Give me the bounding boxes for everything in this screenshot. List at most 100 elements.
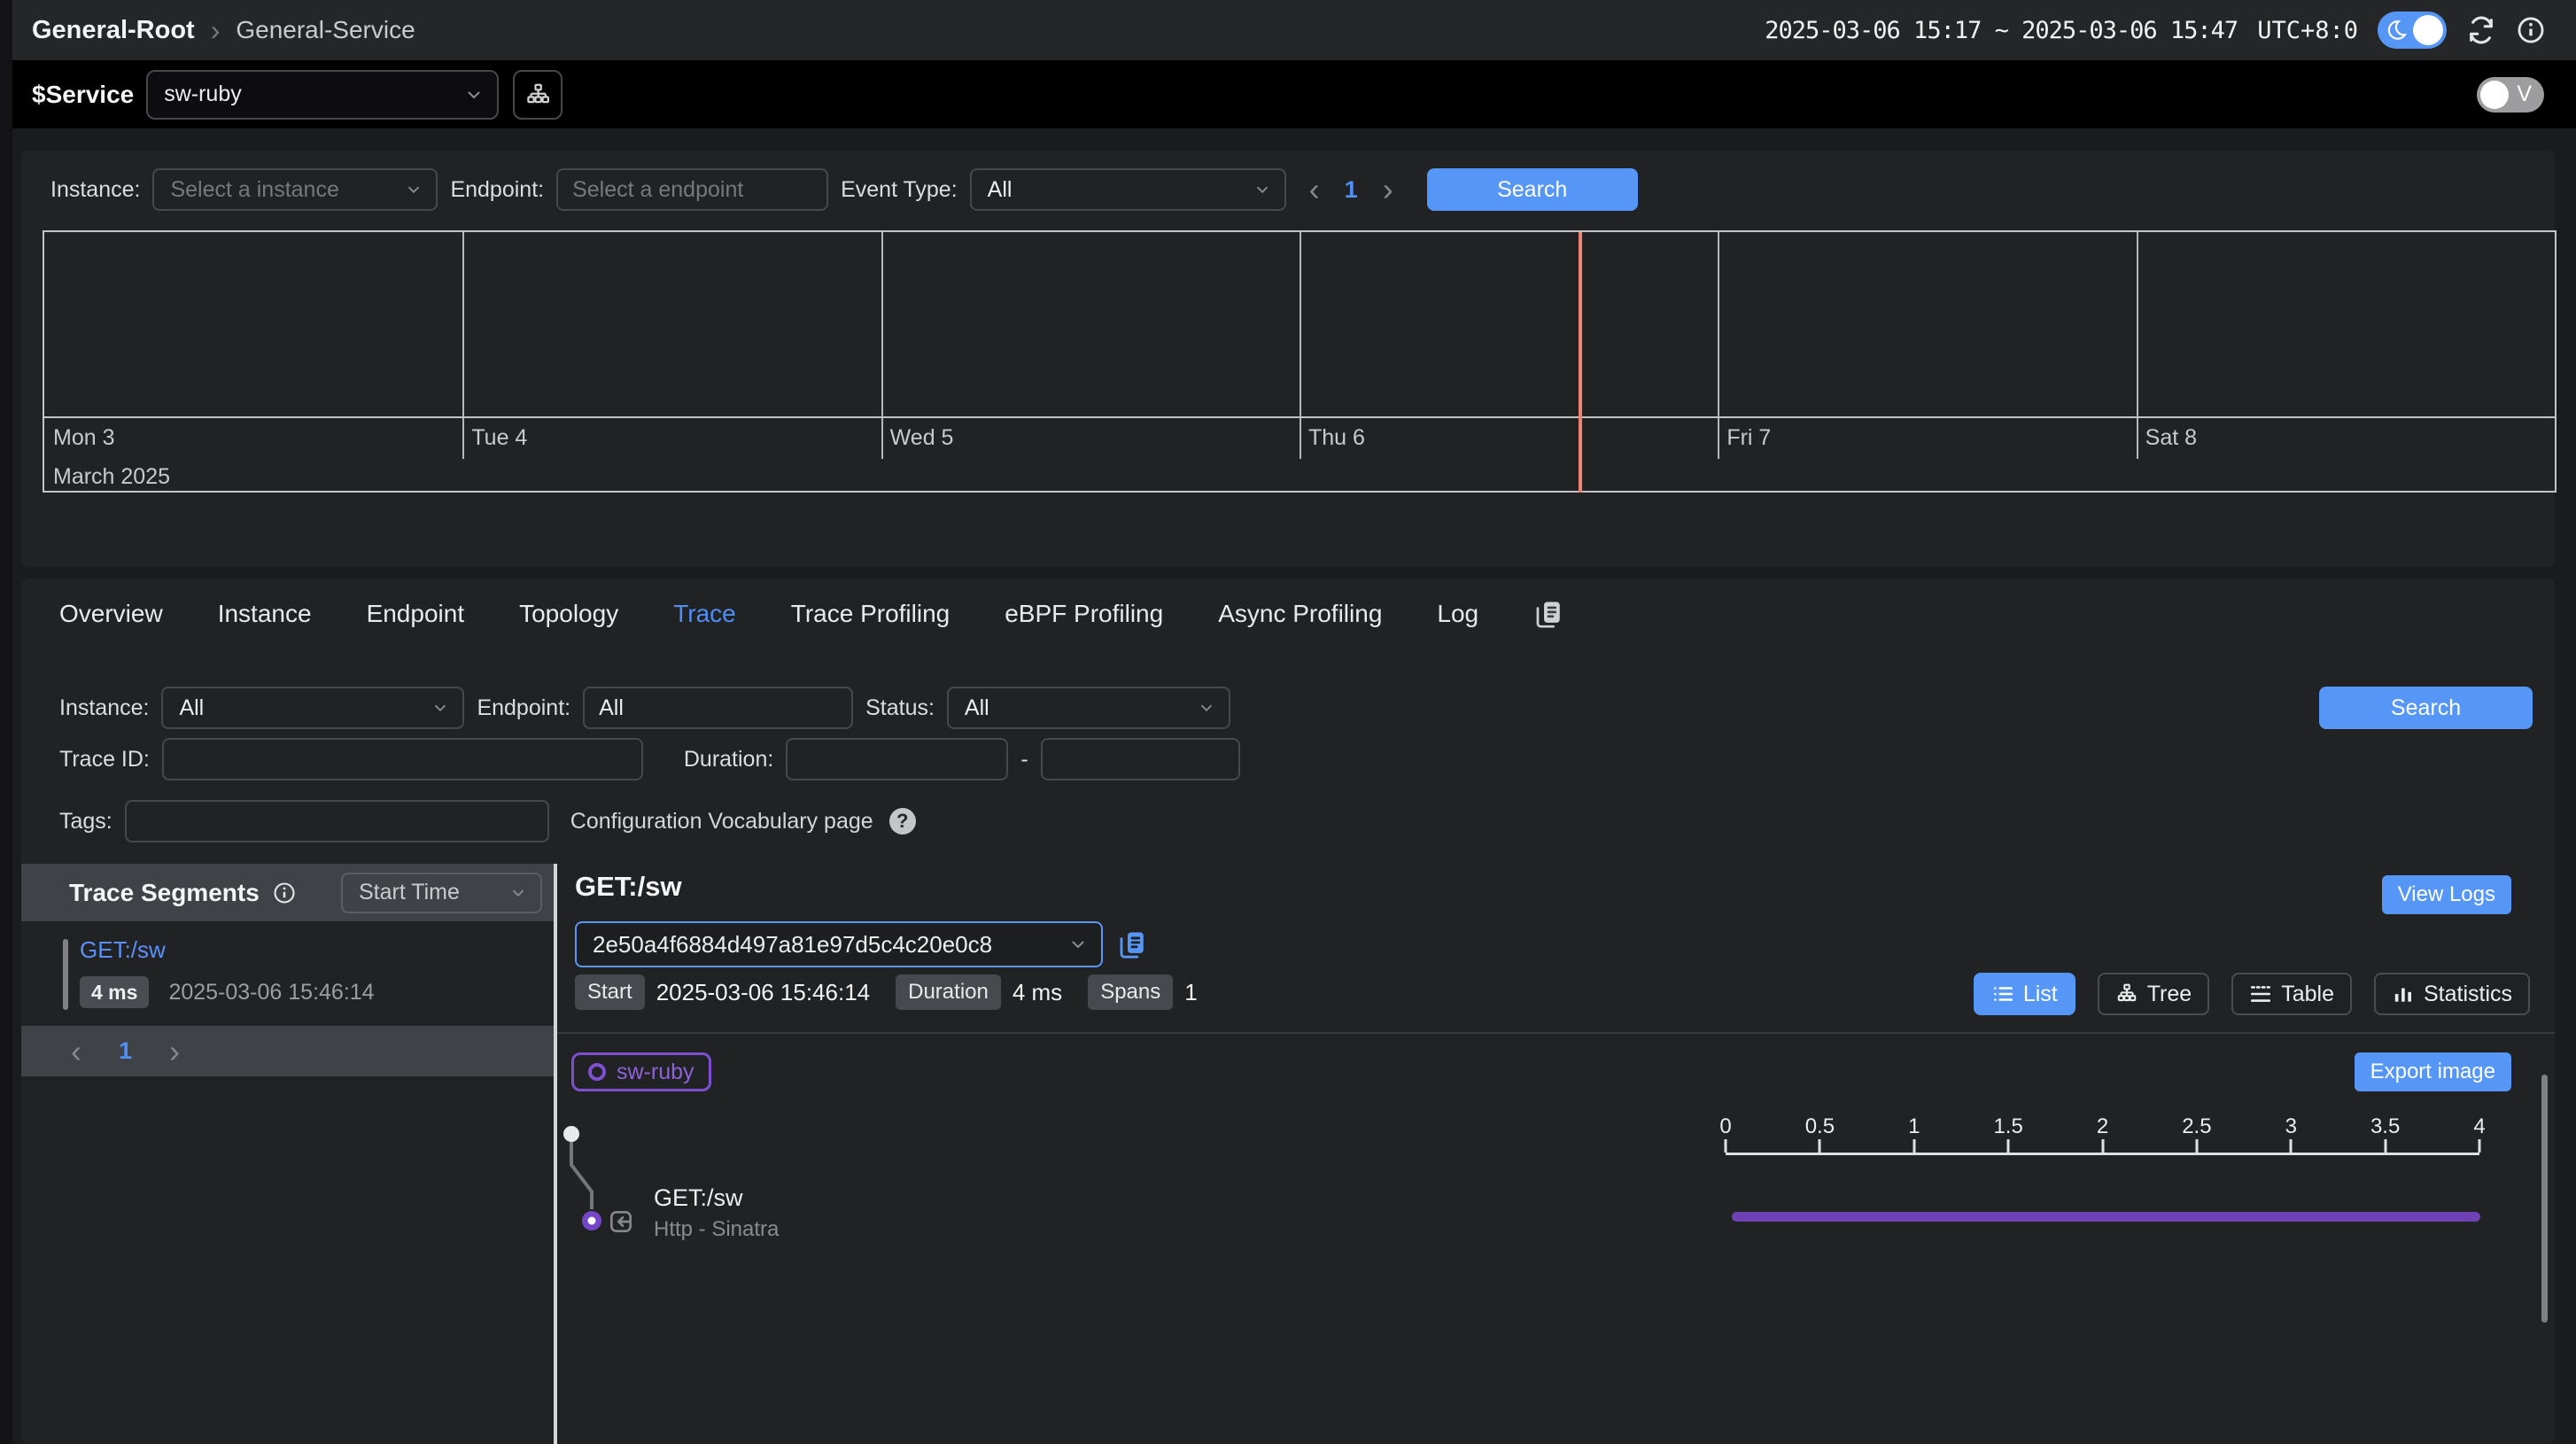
view-tree-label: Tree [2147,982,2192,1007]
calendar-gridline [1718,232,1719,416]
span-component: Http - Sinatra [654,1217,779,1242]
trace-endpoint-input[interactable] [583,687,853,729]
trace-id-value: 2e50a4f6884d497a81e97d5c4c20e0c8 [593,931,992,959]
time-range-picker[interactable]: 2025-03-06 15:17 ~ 2025-03-06 15:47 [1765,17,2238,44]
time-axis: 0 0.5 1 1.5 2 2.5 3 3.5 4 [1726,1114,2479,1155]
trace-instance-select[interactable]: All [161,687,464,729]
tab-async-profiling[interactable]: Async Profiling [1218,600,1382,628]
segments-scrollbar[interactable] [63,939,68,1010]
calendar-gridline [462,232,464,416]
tab-trace[interactable]: Trace [673,600,736,628]
tab-endpoint[interactable]: Endpoint [367,600,465,628]
vocabulary-link[interactable]: Configuration Vocabulary page [570,809,873,835]
help-icon[interactable]: ? [889,808,916,835]
trace-id-select[interactable]: 2e50a4f6884d497a81e97d5c4c20e0c8 [575,921,1103,967]
trace-id-label: Trace ID: [59,747,150,772]
current-page[interactable]: 1 [119,1037,132,1065]
instance-label: Instance: [59,695,149,721]
duration-max-input[interactable] [1041,738,1240,780]
service-select[interactable]: sw-ruby [146,70,499,120]
segment-endpoint-link[interactable]: GET:/sw [80,936,375,964]
prev-page-button[interactable]: ‹ [71,1036,81,1067]
calendar-day-label: Wed 5 [881,425,954,451]
tab-log[interactable]: Log [1437,600,1478,628]
service-topology-button[interactable] [513,70,563,120]
tree-icon [2115,982,2138,1005]
axis-tick [2479,1139,2481,1153]
tags-input[interactable] [125,800,549,842]
calendar-gridline [2137,232,2138,416]
view-table-button[interactable]: Table [2231,973,2352,1015]
tab-trace-profiling[interactable]: Trace Profiling [791,600,950,628]
view-logs-button[interactable]: View Logs [2382,875,2511,914]
breadcrumb-current[interactable]: General-Service [236,16,415,44]
current-page[interactable]: 1 [1345,176,1358,204]
axis-tick-label: 2 [2097,1114,2108,1139]
table-icon [2249,982,2272,1005]
segments-pagination: ‹ 1 › [21,1026,554,1076]
next-page-button[interactable]: › [1383,174,1393,206]
copy-dashboard-button[interactable] [1533,599,1563,629]
duration-pill: Duration [896,974,1001,1010]
trace-id-input[interactable] [162,738,643,780]
axis-tick-label: 4 [2473,1114,2485,1139]
trace-filter-form: Instance: All Endpoint: Status: All Trac… [59,687,2298,842]
trace-split-view: Trace Segments Start Time GET:/sw [21,864,2555,1444]
trace-detail-pane: GET:/sw View Logs 2e50a4f6884d497a81e97d… [557,864,2555,1444]
chevron-down-icon [508,883,528,903]
next-page-button[interactable]: › [169,1036,180,1067]
trace-filter-row-3: Tags: Configuration Vocabulary page ? [59,800,2298,842]
tab-instance[interactable]: Instance [218,600,312,628]
trace-segments-pane: Trace Segments Start Time GET:/sw [21,864,554,1444]
tab-ebpf-profiling[interactable]: eBPF Profiling [1005,600,1163,628]
duration-separator: - [1020,747,1028,772]
trace-status-value: All [965,695,989,721]
event-instance-select[interactable]: Select a instance [152,168,438,211]
event-type-select[interactable]: All [970,168,1286,211]
axis-tick [1913,1139,1915,1153]
axis-tick-label: 0 [1719,1114,1731,1139]
event-calendar[interactable]: Mon 3 Tue 4 Wed 5 Thu 6 Fri 7 Sat 8 Marc… [43,230,2557,493]
topology-icon [524,82,551,108]
tab-topology[interactable]: Topology [519,600,618,628]
export-image-button[interactable]: Export image [2355,1052,2511,1091]
calendar-month-label: March 2025 [53,464,170,490]
start-pill: Start [575,974,645,1010]
detail-scrollbar[interactable] [2541,1075,2548,1323]
trace-search-button[interactable]: Search [2319,687,2533,729]
chevron-down-icon [463,84,485,105]
view-statistics-button[interactable]: Statistics [2374,973,2530,1015]
copy-icon [1533,599,1563,629]
duration-min-input[interactable] [786,738,1008,780]
trace-segment-item[interactable]: GET:/sw 4 ms 2025-03-06 15:46:14 [80,936,375,1008]
refresh-button[interactable] [2466,15,2496,45]
info-button[interactable] [2516,15,2546,45]
service-select-value: sw-ruby [164,82,242,107]
event-type-value: All [988,177,1013,203]
statistics-icon [2392,982,2415,1005]
calendar-gridline [881,232,883,416]
view-tree-button[interactable]: Tree [2098,973,2209,1015]
endpoint-label: Endpoint: [450,177,544,203]
axis-tick [2101,1139,2104,1153]
event-search-button[interactable]: Search [1427,168,1638,211]
span-name[interactable]: GET:/sw [654,1184,743,1212]
tab-overview[interactable]: Overview [59,600,163,628]
span-duration-bar[interactable] [1732,1212,2480,1222]
prev-page-button[interactable]: ‹ [1309,174,1320,206]
dark-mode-toggle[interactable] [2378,12,2447,49]
variables-toggle[interactable]: V [2477,77,2544,113]
axis-tick-label: 1.5 [1993,1114,2022,1139]
copy-trace-id-button[interactable] [1117,929,1147,959]
breadcrumb-root[interactable]: General-Root [32,16,195,45]
view-list-button[interactable]: List [1974,973,2076,1015]
info-icon[interactable] [272,881,297,905]
chevron-down-icon [1253,180,1272,199]
service-legend-chip[interactable]: sw-ruby [571,1052,711,1091]
refresh-icon [2466,15,2496,45]
segment-meta: 4 ms 2025-03-06 15:46:14 [80,976,375,1008]
chevron-down-icon [404,180,423,199]
event-endpoint-input[interactable] [556,168,828,211]
trace-status-select[interactable]: All [947,687,1230,729]
segments-sort-select[interactable]: Start Time [341,873,542,913]
